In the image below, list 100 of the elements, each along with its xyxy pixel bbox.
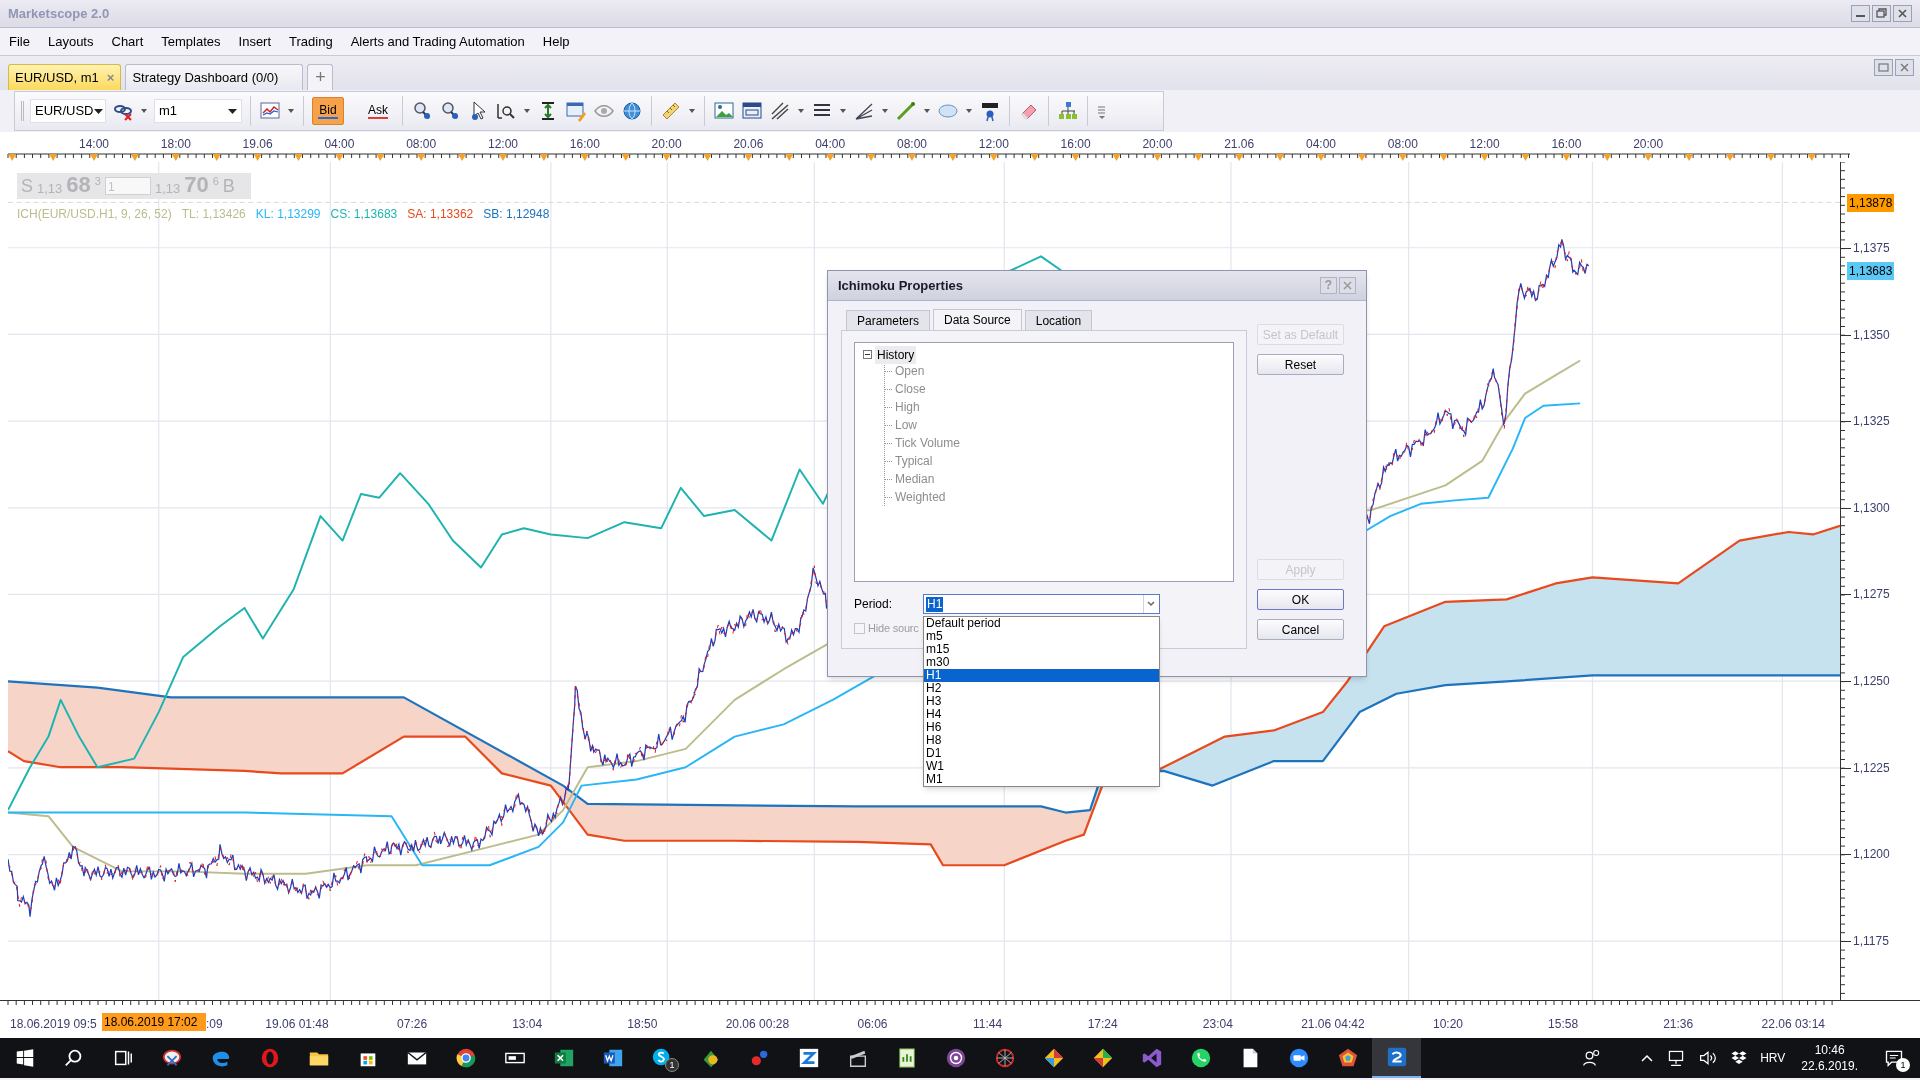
window-icon[interactable] bbox=[565, 100, 587, 122]
menu-item[interactable]: Layouts bbox=[47, 31, 94, 52]
menu-item[interactable]: Templates bbox=[161, 31, 221, 52]
time-label: 22.06 03:14 bbox=[1761, 1016, 1825, 1033]
price-mode-toggle[interactable]: Bid bbox=[312, 97, 344, 125]
web-icon[interactable] bbox=[993, 1047, 1016, 1069]
window-icon[interactable] bbox=[741, 100, 763, 122]
hierarchy-icon[interactable] bbox=[1057, 100, 1079, 122]
dropdown-option[interactable]: H1 bbox=[924, 669, 1159, 682]
dropdown-option[interactable]: H2 bbox=[924, 682, 1159, 695]
dropdown-option[interactable]: m5 bbox=[924, 630, 1159, 643]
dialog-button[interactable]: Reset bbox=[1257, 354, 1344, 375]
menu-item[interactable]: Chart bbox=[111, 31, 144, 52]
indicator-legend-text: TL: 1,13426 bbox=[181, 206, 246, 223]
new-tab-button[interactable]: + bbox=[307, 64, 334, 90]
close-button[interactable] bbox=[1895, 59, 1914, 76]
period-dropdown[interactable]: H1 bbox=[923, 594, 1160, 614]
menu-item[interactable]: Help bbox=[542, 31, 570, 52]
pencil-icon[interactable] bbox=[895, 100, 917, 122]
price-mode-toggle[interactable]: Ask bbox=[362, 97, 394, 125]
browser-icon[interactable] bbox=[454, 1047, 477, 1069]
dropbox-icon[interactable] bbox=[1730, 1049, 1749, 1067]
time-label: 18:50 bbox=[627, 1016, 658, 1033]
caret-icon[interactable] bbox=[523, 107, 531, 115]
dropdown-option[interactable]: H6 bbox=[924, 721, 1159, 734]
chart-icon[interactable] bbox=[259, 100, 281, 122]
dropdown-option[interactable]: W1 bbox=[924, 760, 1159, 773]
time-label: 15:58 bbox=[1548, 1016, 1579, 1033]
time-label: 20.06 00:28 bbox=[725, 1016, 790, 1033]
video-call-icon[interactable] bbox=[1287, 1047, 1310, 1069]
ruler-icon[interactable] bbox=[660, 100, 682, 122]
notification-icon[interactable] bbox=[1884, 1048, 1904, 1068]
caret-icon[interactable] bbox=[140, 107, 148, 115]
dropdown-option[interactable]: m30 bbox=[924, 656, 1159, 669]
menu-item[interactable]: Insert bbox=[238, 31, 272, 52]
caret-icon[interactable] bbox=[287, 107, 295, 115]
dropdown-option[interactable]: Default period bbox=[924, 617, 1159, 630]
time-label: :09 bbox=[206, 1016, 223, 1033]
caret-icon[interactable] bbox=[965, 107, 973, 115]
label-icon[interactable] bbox=[979, 100, 1001, 122]
expand-toggle-icon[interactable] bbox=[863, 350, 872, 359]
diamond-icon[interactable] bbox=[1042, 1047, 1065, 1069]
dialog-button[interactable]: Cancel bbox=[1257, 619, 1344, 640]
time-label: 21.06 04:42 bbox=[1301, 1016, 1365, 1033]
caret-icon[interactable] bbox=[688, 107, 696, 115]
globe-icon[interactable] bbox=[621, 100, 643, 122]
caret-icon[interactable] bbox=[923, 107, 931, 115]
checkbox-label: Hide sourc bbox=[868, 621, 919, 636]
caret-icon[interactable] bbox=[839, 107, 847, 115]
dialog-tab[interactable]: Location bbox=[1024, 310, 1093, 330]
period-dropdown[interactable]: m1 bbox=[154, 99, 242, 123]
language-indicator[interactable]: HRV bbox=[1760, 1049, 1786, 1067]
caret-icon[interactable] bbox=[881, 107, 889, 115]
menu-item[interactable]: File bbox=[9, 31, 30, 52]
price-label: 1,1250 bbox=[1853, 673, 1890, 690]
indicator-legend-text: SA: 1,13362 bbox=[407, 206, 474, 223]
snipping-icon[interactable] bbox=[160, 1047, 183, 1069]
dropdown-option[interactable]: H3 bbox=[924, 695, 1159, 708]
dialog-button[interactable]: OK bbox=[1257, 589, 1344, 610]
spreadsheet-icon[interactable] bbox=[552, 1047, 575, 1069]
dropdown-option[interactable]: m15 bbox=[924, 643, 1159, 656]
menu-item[interactable]: Alerts and Trading Automation bbox=[350, 31, 525, 52]
clock[interactable]: 10:46 22.6.2019. bbox=[1797, 1042, 1862, 1074]
symbol-dropdown[interactable]: EUR/USD bbox=[30, 99, 106, 123]
app-icon[interactable] bbox=[797, 1047, 820, 1069]
caret-icon[interactable] bbox=[797, 107, 805, 115]
diamond-icon[interactable] bbox=[1091, 1047, 1114, 1069]
caret-icon[interactable] bbox=[93, 107, 103, 115]
document-icon[interactable] bbox=[601, 1047, 624, 1069]
pentagon-icon[interactable] bbox=[1336, 1047, 1359, 1069]
dropdown-option[interactable]: M1 bbox=[924, 773, 1159, 786]
tree-item[interactable]: History bbox=[875, 345, 917, 364]
time-label: 07:26 bbox=[397, 1016, 428, 1033]
indicator-legend-text: KL: 1,13299 bbox=[255, 206, 321, 223]
picture-icon[interactable] bbox=[713, 100, 735, 122]
chart-tab[interactable]: EUR/USD, m1 × bbox=[8, 64, 122, 90]
time-label: 18:00 bbox=[160, 136, 191, 153]
dialog-tab[interactable]: Parameters bbox=[846, 310, 931, 330]
menu-item[interactable]: Trading bbox=[289, 31, 333, 52]
magnifier-icon[interactable] bbox=[439, 100, 461, 122]
browser-icon[interactable] bbox=[944, 1047, 967, 1069]
phone-chat-icon[interactable] bbox=[1189, 1047, 1212, 1069]
time-label: 21.06 bbox=[1224, 136, 1255, 153]
dialog-tab[interactable]: Data Source bbox=[933, 309, 1022, 330]
volume-icon[interactable] bbox=[1698, 1049, 1719, 1067]
close-button[interactable] bbox=[1893, 5, 1912, 22]
magnifier-icon[interactable] bbox=[411, 100, 433, 122]
minimize-button[interactable] bbox=[1851, 5, 1870, 22]
restore-button[interactable] bbox=[1872, 5, 1891, 22]
price-label: 1,1275 bbox=[1853, 586, 1890, 604]
caret-icon[interactable] bbox=[228, 107, 237, 115]
dropdown-option[interactable]: D1 bbox=[924, 747, 1159, 760]
app-icon[interactable] bbox=[1385, 1046, 1408, 1068]
code-editor-icon[interactable] bbox=[1140, 1047, 1163, 1069]
time-label: 11:44 bbox=[973, 1016, 1003, 1033]
dropdown-option[interactable]: H8 bbox=[924, 734, 1159, 747]
dropdown-option[interactable]: H4 bbox=[924, 708, 1159, 721]
chart-tab[interactable]: Strategy Dashboard (0/0) bbox=[125, 64, 304, 90]
time-label: 20:00 bbox=[651, 136, 682, 153]
time-label: 12:00 bbox=[488, 136, 518, 153]
